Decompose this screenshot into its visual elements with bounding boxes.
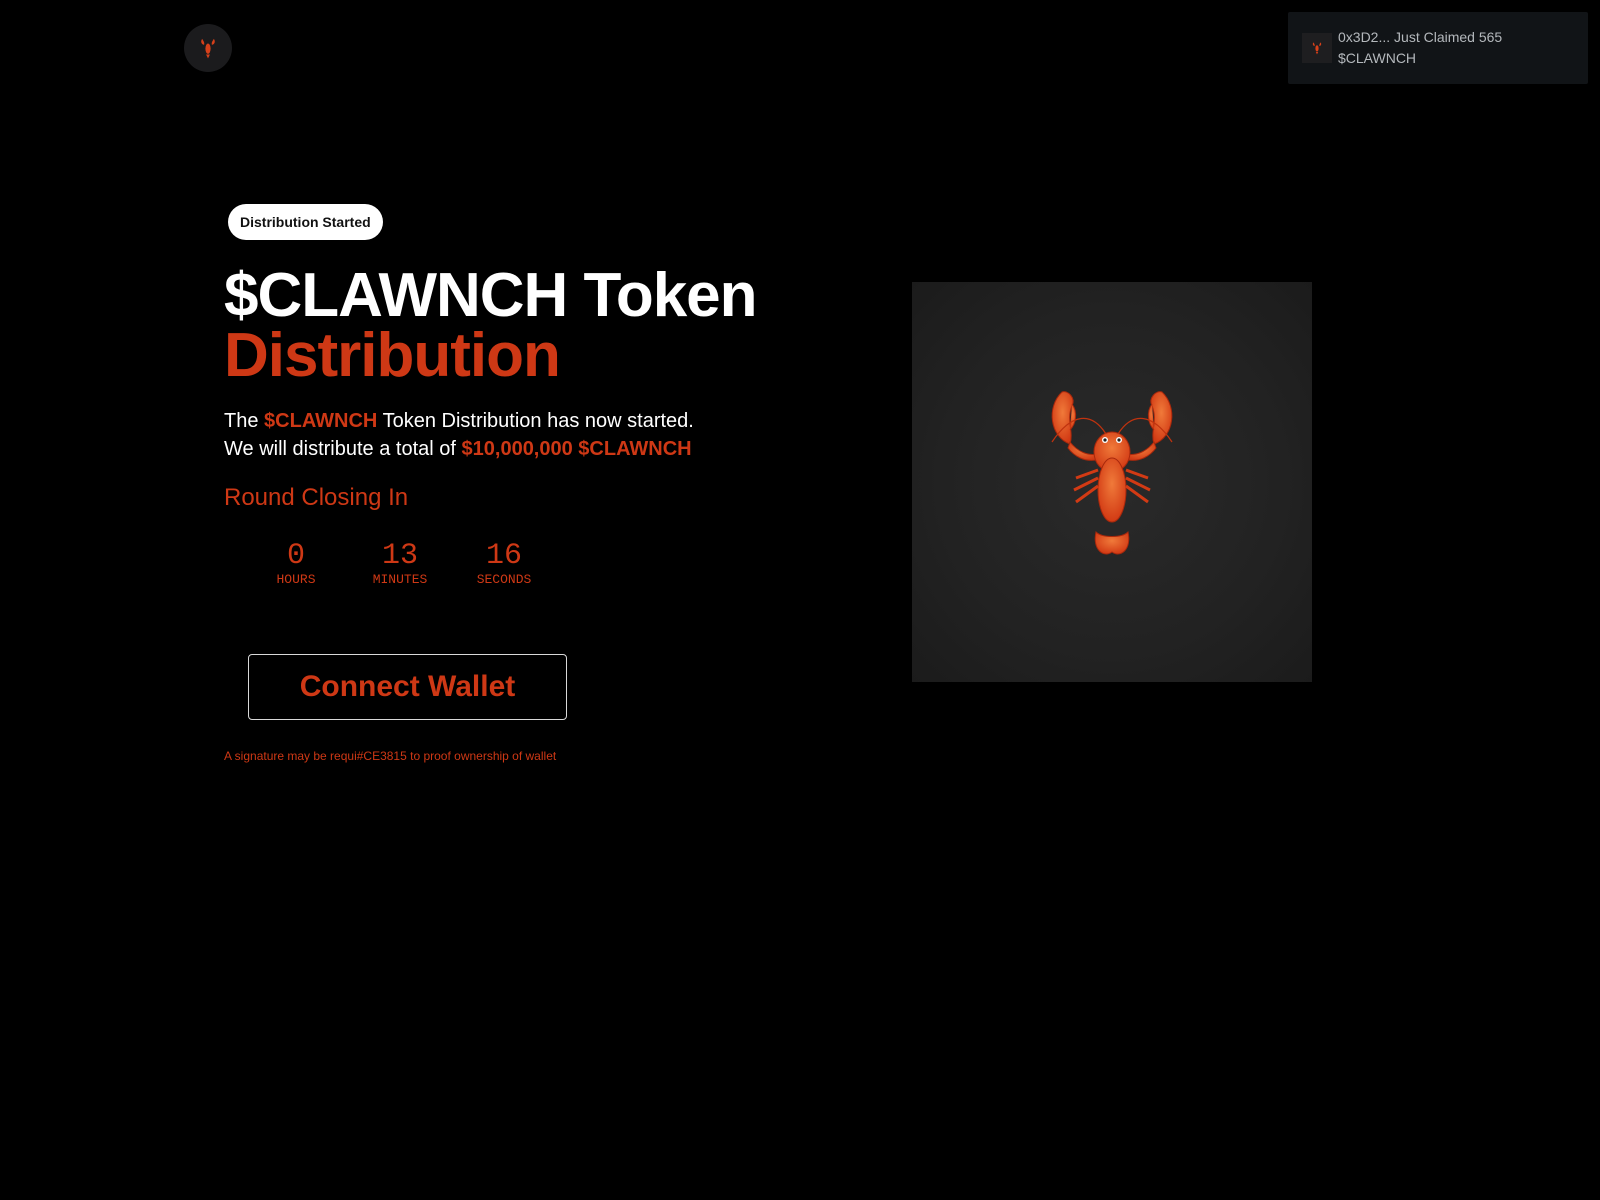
- minutes-value: 13: [381, 539, 418, 573]
- toast-line-2: $CLAWNCH: [1338, 50, 1417, 66]
- countdown-hours: 0 HOURS: [244, 540, 348, 588]
- hours-value: 0: [286, 539, 305, 573]
- status-badge: Distribution Started: [228, 204, 383, 240]
- claim-toast: 0x3D2... Just Claimed 565 $CLAWNCH: [1288, 12, 1588, 84]
- description-line-2: We will distribute a total of $10,000,00…: [224, 435, 694, 463]
- desc-prefix-2: We will distribute a total of: [224, 438, 462, 460]
- title-line-1: $CLAWNCH Token: [224, 261, 758, 330]
- desc-prefix-1: The: [224, 410, 265, 432]
- desc-suffix-1: Token Distribution has now started.: [377, 410, 694, 432]
- lobster-icon: [201, 38, 215, 59]
- description: The $CLAWNCH Token Distribution has now …: [224, 407, 694, 463]
- connect-wallet-button[interactable]: Connect Wallet: [248, 654, 567, 720]
- title-line-2: Distribution: [224, 321, 561, 390]
- site-logo[interactable]: [184, 24, 232, 72]
- description-line-1: The $CLAWNCH Token Distribution has now …: [224, 407, 694, 435]
- seconds-value: 16: [485, 539, 522, 573]
- seconds-label: SECONDS: [476, 572, 532, 587]
- toast-line-1: 0x3D2... Just Claimed 565: [1338, 29, 1503, 45]
- lobster-image: [912, 282, 1312, 682]
- token-name: $CLAWNCH: [264, 410, 378, 432]
- lobster-icon: [1051, 391, 1173, 555]
- hours-label: HOURS: [276, 572, 316, 587]
- signature-note: A signature may be requi#CE3815 to proof…: [224, 749, 557, 763]
- page-title: $CLAWNCH Token Distribution: [224, 261, 758, 390]
- toast-message: 0x3D2... Just Claimed 565 $CLAWNCH: [1338, 27, 1502, 69]
- lobster-icon: [1312, 42, 1322, 55]
- countdown-minutes: 13 MINUTES: [348, 540, 452, 588]
- round-closing-label: Round Closing In: [224, 484, 409, 511]
- toast-thumbnail: [1302, 33, 1332, 63]
- minutes-label: MINUTES: [372, 572, 428, 587]
- total-amount: $10,000,000 $CLAWNCH: [461, 438, 692, 460]
- countdown-seconds: 16 SECONDS: [452, 540, 556, 588]
- countdown-timer: 0 HOURS 13 MINUTES 16 SECONDS: [244, 540, 556, 588]
